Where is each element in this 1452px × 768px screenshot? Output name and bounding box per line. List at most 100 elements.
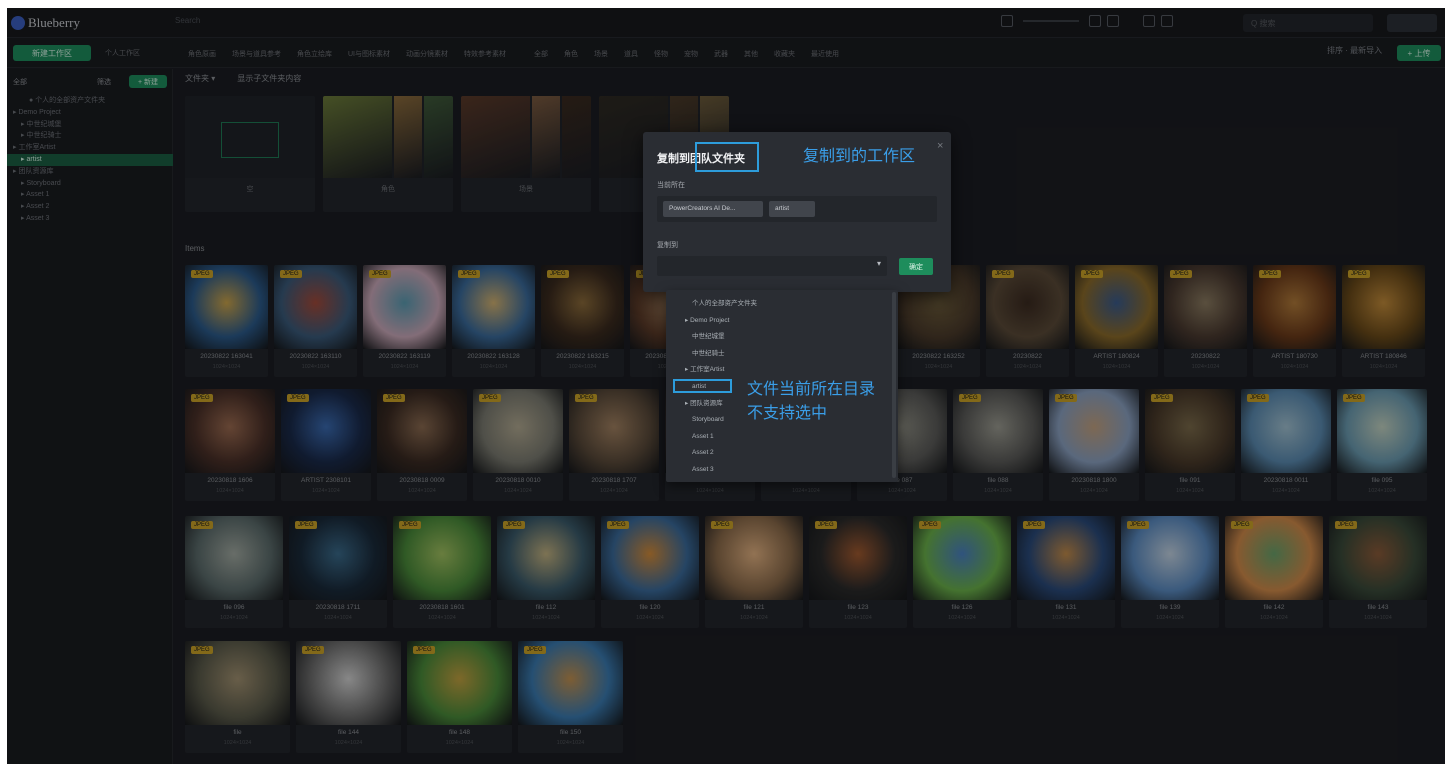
sidebar-item[interactable]: ▸ 工作室Artist [7, 142, 173, 154]
close-icon[interactable]: × [937, 140, 943, 152]
asset-card[interactable]: JPEG 20230822 163128 1024×1024 [452, 265, 535, 377]
new-workspace-button[interactable]: 新建工作区 [13, 45, 91, 61]
dropdown-option[interactable]: 个人的全部资产文件夹 [666, 296, 892, 313]
asset-dimensions: 1024×1024 [792, 488, 820, 494]
sidebar-new-button[interactable]: + 新建 [129, 75, 167, 88]
asset-card[interactable]: JPEG 20230822 163215 1024×1024 [541, 265, 624, 377]
asset-card[interactable]: JPEG file 120 1024×1024 [601, 516, 699, 628]
nav-tab[interactable]: 收藏夹 [769, 47, 800, 61]
asset-card[interactable]: JPEG file 096 1024×1024 [185, 516, 283, 628]
asset-card[interactable]: JPEG file 148 1024×1024 [407, 641, 512, 753]
dropdown-option[interactable]: Asset 3 [666, 462, 892, 479]
personal-workspace-button[interactable]: 个人工作区 [105, 48, 140, 58]
asset-card[interactable]: JPEG 20230822 1024×1024 [1164, 265, 1247, 377]
asset-card[interactable]: JPEG 20230818 0010 1024×1024 [473, 389, 563, 501]
sidebar-filter[interactable]: 筛选 [97, 77, 111, 87]
asset-card[interactable]: JPEG ARTIST 180730 1024×1024 [1253, 265, 1336, 377]
global-search-input[interactable]: Search [175, 16, 295, 30]
asset-card[interactable]: JPEG 20230818 0009 1024×1024 [377, 389, 467, 501]
grid-view-icon[interactable] [1001, 15, 1013, 27]
asset-dimensions: 1024×1024 [445, 740, 474, 746]
sidebar-item[interactable]: ▸ 中世纪城堡 [7, 119, 173, 131]
asset-card[interactable]: JPEG file 123 1024×1024 [809, 516, 907, 628]
sidebar-item[interactable]: ▸ Demo Project [7, 107, 173, 119]
sidebar-item[interactable]: ▸ 中世纪骑士 [7, 130, 173, 142]
app-logo[interactable]: Blueberry [11, 14, 80, 32]
sort-dropdown[interactable]: 排序 · 最新导入 [1327, 45, 1382, 56]
nav-tab[interactable]: 角色原画 [183, 47, 221, 61]
dropdown-option[interactable]: 中世纪骑士 [666, 346, 892, 363]
columns-view-icon[interactable] [1107, 15, 1119, 27]
sidebar-item[interactable]: ▸ Asset 2 [7, 201, 173, 213]
sidebar-item[interactable]: ▸ Asset 1 [7, 189, 173, 201]
filter-icon[interactable] [1143, 15, 1155, 27]
folder-card[interactable]: 角色 [323, 96, 453, 212]
asset-card[interactable]: JPEG file 091 1024×1024 [1145, 389, 1235, 501]
asset-card[interactable]: JPEG 20230818 1707 1024×1024 [569, 389, 659, 501]
dropdown-option[interactable]: Asset 2 [666, 445, 892, 462]
folder-thumbnail [531, 96, 561, 178]
asset-card[interactable]: JPEG file 095 1024×1024 [1337, 389, 1427, 501]
confirm-button[interactable]: 确定 [899, 258, 933, 275]
asset-card[interactable]: JPEG 20230818 1606 1024×1024 [185, 389, 275, 501]
nav-tab[interactable]: 场景 [589, 47, 613, 61]
nav-tab[interactable]: UI与图标素材 [343, 47, 395, 61]
sidebar-item[interactable]: ▸ artist [7, 153, 173, 166]
dropdown-option[interactable]: Asset 1 [666, 429, 892, 446]
nav-tab[interactable]: 道具 [619, 47, 643, 61]
asset-card[interactable]: JPEG 20230822 1024×1024 [986, 265, 1069, 377]
nav-tab[interactable]: 角色 [559, 47, 583, 61]
asset-card[interactable]: JPEG file 088 1024×1024 [953, 389, 1043, 501]
asset-card[interactable]: JPEG 20230818 0011 1024×1024 [1241, 389, 1331, 501]
nav-tab[interactable]: 宠物 [679, 47, 703, 61]
list-view-icon[interactable] [1089, 15, 1101, 27]
nav-tab[interactable]: 动画分镜素材 [401, 47, 453, 61]
sidebar-item[interactable]: ● 个人的全部资产文件夹 [7, 95, 173, 107]
nav-tab[interactable]: 特效参考素材 [459, 47, 511, 61]
asset-card[interactable]: JPEG file 126 1024×1024 [913, 516, 1011, 628]
dropdown-option[interactable]: ▸ Demo Project [666, 313, 892, 330]
top-search-field[interactable]: Q 搜索 [1243, 14, 1373, 32]
nav-tab[interactable]: 场景与道具参考 [227, 47, 286, 61]
nav-tab[interactable]: 最近使用 [806, 47, 844, 61]
layout-toggle[interactable] [1387, 14, 1437, 32]
folder-card[interactable]: 场景 [461, 96, 591, 212]
asset-card[interactable]: JPEG file 144 1024×1024 [296, 641, 401, 753]
asset-card[interactable]: JPEG 20230822 163110 1024×1024 [274, 265, 357, 377]
asset-card[interactable]: JPEG file 139 1024×1024 [1121, 516, 1219, 628]
asset-card[interactable]: JPEG 20230818 1601 1024×1024 [393, 516, 491, 628]
show-subfolder-toggle[interactable]: 显示子文件夹内容 [237, 73, 301, 84]
folder-dropdown[interactable]: 文件夹 ▾ [185, 73, 215, 84]
asset-card[interactable]: JPEG 20230822 163119 1024×1024 [363, 265, 446, 377]
dropdown-scrollbar[interactable] [892, 292, 896, 478]
nav-tab[interactable]: 全部 [529, 47, 553, 61]
asset-card[interactable]: JPEG ARTIST 180846 1024×1024 [1342, 265, 1425, 377]
thumbnail-size-slider[interactable] [1023, 20, 1079, 22]
target-folder-select[interactable]: ▾ [657, 256, 887, 276]
sidebar-item[interactable]: ▸ Asset 3 [7, 213, 173, 225]
asset-card[interactable]: JPEG ARTIST 2308101 1024×1024 [281, 389, 371, 501]
asset-card[interactable]: JPEG file 142 1024×1024 [1225, 516, 1323, 628]
asset-card[interactable]: JPEG file 121 1024×1024 [705, 516, 803, 628]
asset-card[interactable]: JPEG ARTIST 180824 1024×1024 [1075, 265, 1158, 377]
asset-card[interactable]: JPEG file 143 1024×1024 [1329, 516, 1427, 628]
folder-card[interactable]: 空 [185, 96, 315, 212]
sort-icon[interactable] [1161, 15, 1173, 27]
asset-name: file 143 [1367, 604, 1389, 611]
asset-card[interactable]: JPEG file 112 1024×1024 [497, 516, 595, 628]
asset-card[interactable]: JPEG file 131 1024×1024 [1017, 516, 1115, 628]
nav-tab[interactable]: 武器 [709, 47, 733, 61]
asset-card[interactable]: JPEG file 150 1024×1024 [518, 641, 623, 753]
upload-button[interactable]: + 上传 [1397, 45, 1441, 61]
sidebar-item[interactable]: ▸ Storyboard [7, 178, 173, 190]
asset-card[interactable]: JPEG file 1024×1024 [185, 641, 290, 753]
nav-tab[interactable]: 角色立绘库 [292, 47, 337, 61]
sidebar-item[interactable]: ▸ 团队资源库 [7, 166, 173, 178]
format-badge: JPEG [399, 521, 421, 529]
nav-tab[interactable]: 其他 [739, 47, 763, 61]
asset-card[interactable]: JPEG 20230818 1711 1024×1024 [289, 516, 387, 628]
asset-card[interactable]: JPEG 20230822 163041 1024×1024 [185, 265, 268, 377]
nav-tab[interactable]: 怪物 [649, 47, 673, 61]
dropdown-option[interactable]: 中世纪城堡 [666, 329, 892, 346]
asset-card[interactable]: JPEG 20230818 1800 1024×1024 [1049, 389, 1139, 501]
